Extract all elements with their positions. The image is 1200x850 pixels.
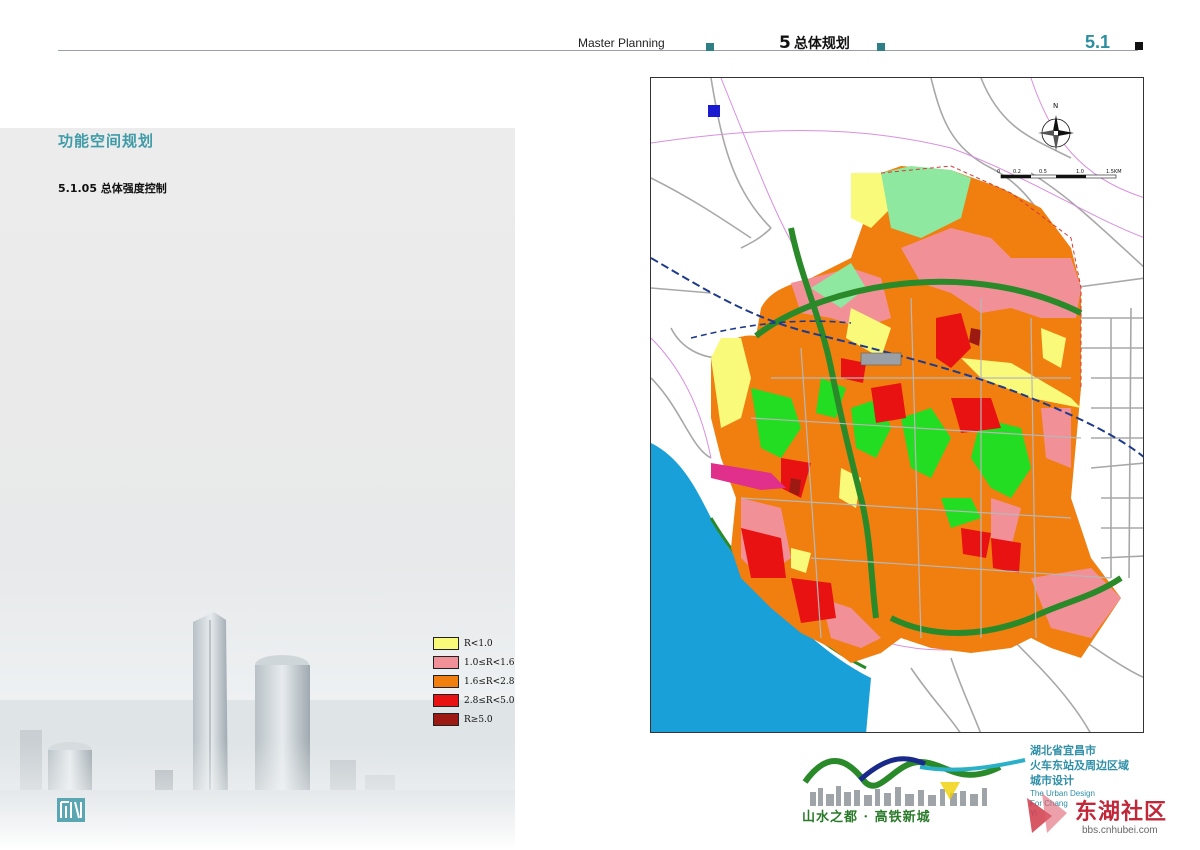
watermark-url[interactable]: bbs.cnhubei.com xyxy=(1082,825,1158,836)
legend-label: 2.8≤R<5.0 xyxy=(464,695,515,706)
legend-item: 1.0≤R<1.6 xyxy=(433,653,518,672)
legend-swatch xyxy=(433,637,459,650)
header-rule xyxy=(58,50,1138,51)
scale-label: 1.0 xyxy=(1076,169,1084,175)
header-chapter: 5 总体规划 xyxy=(779,33,850,53)
project-title-line: 城市设计 xyxy=(1030,774,1074,787)
legend-swatch xyxy=(433,675,459,688)
legend-label: 1.6≤R<2.8 xyxy=(464,676,515,687)
legend-item: 2.8≤R<5.0 xyxy=(433,691,518,710)
corner-logo-icon xyxy=(57,798,85,822)
project-title-line: 湖北省宜昌市 xyxy=(1030,744,1096,757)
header-marker-right xyxy=(877,43,885,51)
chapter-title: 总体规划 xyxy=(793,36,850,52)
header-en-title: Master Planning xyxy=(578,36,665,50)
map-canvas: N 0 0.2 0.5 1.0 1.5KM xyxy=(651,78,1143,732)
page-number: 5.1 xyxy=(1085,32,1111,52)
section-title: 功能空间规划 xyxy=(58,132,155,150)
map-legend: R<1.0 1.0≤R<1.6 1.6≤R<2.8 2.8≤R<5.0 R≥5.… xyxy=(433,634,518,729)
station-marker-north xyxy=(708,105,720,117)
legend-label: R<1.0 xyxy=(464,638,493,649)
header-marker-left xyxy=(706,43,714,51)
watermark-logo-icon xyxy=(1027,793,1067,833)
sub-title: 5.1.05 总体强度控制 xyxy=(58,182,167,195)
scale-bar xyxy=(1000,174,1117,179)
legend-label: 1.0≤R<1.6 xyxy=(464,657,515,668)
legend-item: R≥5.0 xyxy=(433,710,518,729)
legend-swatch xyxy=(433,694,459,707)
legend-item: 1.6≤R<2.8 xyxy=(433,672,518,691)
scale-label: 0.2 xyxy=(1013,169,1021,175)
mountain-water-logo-icon xyxy=(802,756,1026,806)
railway-station xyxy=(860,352,902,366)
legend-swatch xyxy=(433,656,459,669)
chapter-number: 5 xyxy=(779,33,791,53)
project-title-line: 火车东站及周边区域 xyxy=(1030,759,1129,772)
page-marker xyxy=(1135,42,1143,50)
legend-item: R<1.0 xyxy=(433,634,518,653)
scale-label: 1.5KM xyxy=(1106,169,1122,175)
watermark-text: 东湖社区 xyxy=(1075,800,1168,825)
scale-label: 0 xyxy=(997,169,1000,175)
scale-label: 0.5 xyxy=(1039,169,1047,175)
north-label: N xyxy=(1053,102,1058,110)
legend-swatch xyxy=(433,713,459,726)
branding-slogan: 山水之都 · 高铁新城 xyxy=(802,810,931,825)
legend-label: R≥5.0 xyxy=(464,714,493,725)
intensity-control-map[interactable]: N 0 0.2 0.5 1.0 1.5KM xyxy=(650,77,1144,733)
north-arrow-icon xyxy=(1038,115,1074,151)
